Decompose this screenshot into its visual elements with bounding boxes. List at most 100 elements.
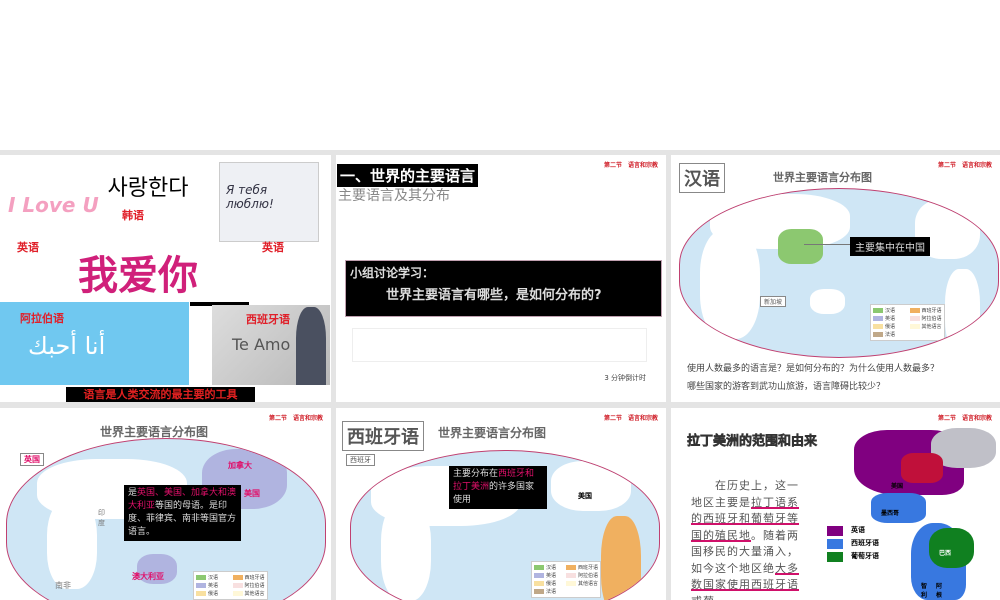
legend-item: 法语 <box>873 331 906 338</box>
legend-item: 其他语言 <box>565 580 598 587</box>
callout-prefix: 是 <box>128 488 138 498</box>
title-shadow: 主要语言及其分布 <box>338 188 450 204</box>
legend-item: 英语 <box>873 315 906 322</box>
slide-2[interactable]: 第二节 语言和宗教 主要语言及其分布 一、世界的主要语言 小组讨论学习： 世界主… <box>336 155 666 402</box>
legend-item: 其他语言 <box>909 323 943 330</box>
label-arabic: 阿拉伯语 <box>20 312 64 325</box>
legend-swatch <box>534 565 544 570</box>
legend-item: 汉语 <box>196 574 229 581</box>
discussion-label: 小组讨论学习： <box>350 266 435 280</box>
label-spain: 西班牙 <box>346 454 375 466</box>
map-legend: 汉语 西班牙语 英语 阿拉伯语 俄语 其他语言 法语 <box>531 561 601 598</box>
legend-label: 其他语言 <box>921 324 942 330</box>
arabic-text: أنا أحبك <box>28 332 106 360</box>
legend-item: 汉语 <box>873 307 906 314</box>
slide-1[interactable]: 사랑한다 I Love U Я тебя люблю! 韩语 英语 英语 我爱你… <box>0 155 331 402</box>
legend-label: 汉语 <box>885 308 896 314</box>
callout: 是英国、美国、加拿大和澳大利亚等国的母语。是印度、菲律宾、南非等国官方语言。 <box>124 485 241 541</box>
label-argentina: 阿根 <box>936 583 943 599</box>
slide-6[interactable]: 第二节 语言和宗教 拉丁美洲的范围和由来 在历史上，这一地区主要是拉丁语系的西班… <box>671 408 1000 600</box>
north-america-land <box>551 461 631 511</box>
legend-label: 法语 <box>885 332 896 338</box>
legend-swatch <box>196 575 206 580</box>
question-1: 使用人数最多的语言是？是如何分布的？为什么使用人数最多？ <box>687 364 940 374</box>
legend-label: 阿拉伯语 <box>244 583 265 589</box>
label-english-1: 英语 <box>17 241 39 254</box>
legend-label: 俄语 <box>208 591 219 597</box>
legend-item: 汉语 <box>534 564 562 571</box>
label-korean: 韩语 <box>122 209 144 222</box>
legend-swatch <box>873 316 883 321</box>
map-legend: 英语 西班牙语 葡萄牙语 <box>827 524 879 563</box>
language-tag: 汉语 <box>679 163 725 193</box>
arabic-image: 阿拉伯语 أنا أحبك <box>0 302 189 385</box>
label-south-africa: 南非 <box>55 581 71 590</box>
callout: 主要分布在西班牙和拉丁美洲的许多国家使用 <box>449 466 547 509</box>
singapore-label: 新加坡 <box>760 296 787 307</box>
legend-label: 汉语 <box>208 575 219 581</box>
section-header: 第二节 语言和宗教 <box>603 162 658 169</box>
legend-item: 法语 <box>534 588 562 595</box>
silhouette <box>296 307 326 385</box>
slide-caption: 语言是人类交流的最主要的工具 <box>66 387 255 402</box>
legend-swatch <box>909 316 920 321</box>
legend-swatch <box>534 589 544 594</box>
label-australia: 澳大利亚 <box>132 572 164 581</box>
label-usa: 美国 <box>891 483 904 490</box>
south-america-land <box>945 269 980 354</box>
callout-arrow <box>804 244 852 245</box>
legend-swatch <box>909 308 920 313</box>
callout: 主要集中在中国 <box>850 237 930 256</box>
label-english-2: 英语 <box>262 241 284 254</box>
legend-swatch <box>232 591 243 596</box>
china-region <box>778 229 823 264</box>
legend-label: 西班牙语 <box>577 565 598 571</box>
russian-image: Я тебя люблю! <box>219 162 319 242</box>
legend-swatch <box>909 324 920 329</box>
question-2: 哪些国家的游客到武功山旅游，语言障碍比较少？ <box>687 382 886 392</box>
legend-item: 阿拉伯语 <box>909 315 943 322</box>
latin-america-region <box>601 516 641 600</box>
discussion-box: 小组讨论学习： 世界主要语言有哪些，是如何分布的? <box>345 260 662 317</box>
legend-label: 英语 <box>546 573 557 579</box>
quebec-region <box>901 453 943 483</box>
legend-item: 西班牙语 <box>565 564 598 571</box>
label-usa: 美国 <box>244 489 260 498</box>
legend-swatch <box>565 565 576 570</box>
legend-item: 俄语 <box>196 590 229 597</box>
timer-label: 3 分钟倒计时 <box>604 374 646 382</box>
africa-land <box>47 499 97 589</box>
section-header: 第二节 语言和宗教 <box>937 162 992 169</box>
slide-4[interactable]: 第二节 语言和宗教 世界主要语言分布图 汉语 西班牙语 英语 阿拉伯语 俄语 其… <box>0 408 331 600</box>
legend-swatch <box>565 581 576 586</box>
slide-3[interactable]: 第二节 语言和宗教 汉语 西班牙语 英语 阿拉伯语 俄语 其他语言 法语 汉语 … <box>671 155 1000 402</box>
legend-swatch <box>565 573 576 578</box>
legend-label: 英语 <box>885 316 896 322</box>
label-chile: 智利 <box>921 583 928 599</box>
section-header: 第二节 语言和宗教 <box>603 415 658 422</box>
legend-item: 英语 <box>196 582 229 589</box>
legend-item: 阿拉伯语 <box>565 572 598 579</box>
label-spanish: 西班牙语 <box>246 313 290 326</box>
answer-box[interactable] <box>352 328 647 362</box>
slide-5[interactable]: 第二节 语言和宗教 汉语 西班牙语 英语 阿拉伯语 俄语 其他语言 法语 西班牙… <box>336 408 666 600</box>
legend-item: 英语 <box>534 572 562 579</box>
slide-title: 一、世界的主要语言 <box>337 164 479 187</box>
legend-swatch <box>873 332 883 337</box>
world-map: 汉语 西班牙语 英语 阿拉伯语 俄语 其他语言 法语 <box>679 188 999 358</box>
map-legend: 汉语 西班牙语 英语 阿拉伯语 俄语 其他语言 <box>193 571 268 600</box>
legend-label: 其他语言 <box>577 581 598 587</box>
section-header: 第二节 语言和宗教 <box>937 415 992 422</box>
legend-label: 阿拉伯语 <box>921 316 942 322</box>
i-love-u-image: I Love U <box>8 193 99 217</box>
spanish-image: 西班牙语 Te Amo <box>212 305 330 385</box>
brazil-portuguese <box>929 528 974 568</box>
label-brazil: 巴西 <box>939 550 952 557</box>
legend-swatch <box>873 324 883 329</box>
slide-sorter: 사랑한다 I Love U Я тебя люблю! 韩语 英语 英语 我爱你… <box>0 150 1000 600</box>
label-usa: 美国 <box>578 492 592 500</box>
legend-label: 其他语言 <box>244 591 265 597</box>
legend-spanish: 西班牙语 <box>851 539 879 547</box>
legend-english: 英语 <box>851 526 865 534</box>
slide-title: 拉丁美洲的范围和由来 <box>687 434 818 450</box>
